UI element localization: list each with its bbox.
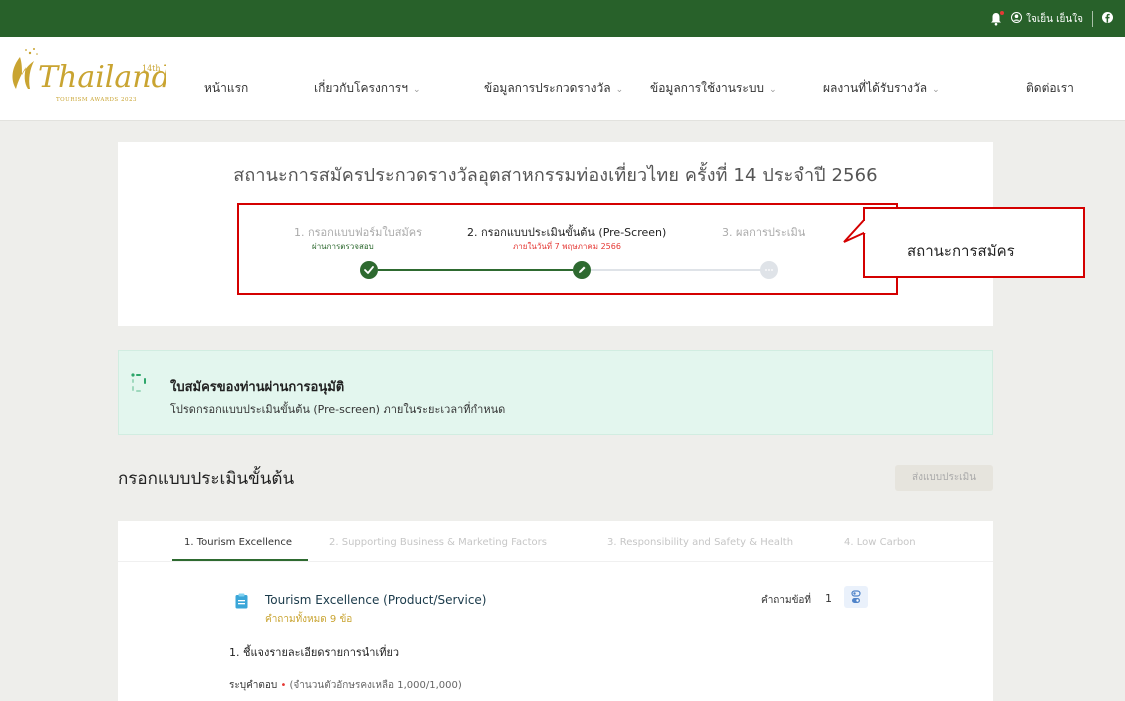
tab-low-carbon[interactable]: 4. Low Carbon: [844, 537, 916, 548]
nav-item-label: ผลงานที่ได้รับรางวัล: [823, 81, 928, 95]
nav-item-label: ข้อมูลการใช้งานระบบ: [650, 81, 765, 95]
tab-supporting-business[interactable]: 2. Supporting Business & Marketing Facto…: [329, 537, 547, 548]
approval-notice: ใบสมัครของท่านผ่านการอนุมัติ โปรดกรอกแบบ…: [118, 350, 993, 435]
nav-item-contact[interactable]: ติดต่อเรา: [1026, 79, 1074, 98]
main-navbar: Thailand 14th TOURISM AWARDS 2023 หน้าแร…: [0, 37, 1125, 121]
submit-assessment-button[interactable]: ส่งแบบประเมิน: [895, 465, 993, 491]
chevron-down-icon: ⌄: [615, 85, 624, 95]
chevron-down-icon: ⌄: [769, 85, 777, 95]
clipboard-icon: [235, 593, 248, 609]
user-name: ใจเย็น ​เย็นใจ: [1026, 13, 1083, 25]
nav-item-label: หน้าแรก: [204, 81, 249, 95]
annotation-callout: สถานะการสมัคร: [863, 207, 1085, 278]
top-bar: ใจเย็น ​เย็นใจ: [0, 0, 1125, 37]
facebook-icon[interactable]: [1102, 12, 1113, 26]
required-mark: •: [280, 680, 287, 691]
annotation-highlight-box: [237, 203, 898, 295]
nav-item-system-usage[interactable]: ข้อมูลการใช้งานระบบ ⌄: [650, 79, 777, 98]
nav-item-label: ติดต่อเรา: [1026, 81, 1074, 95]
nav-item-awarded-works[interactable]: ผลงานที่ได้รับรางวัล ⌄: [823, 79, 940, 98]
annotation-callout-text: สถานะการสมัคร: [907, 242, 1015, 260]
assessment-form-card: 1. Tourism Excellence 2. Supporting Busi…: [118, 521, 993, 701]
approval-status-icon: [131, 373, 146, 392]
callout-pointer-icon: [843, 219, 868, 243]
chevron-down-icon: ⌄: [932, 85, 940, 95]
tab-tourism-excellence[interactable]: 1. Tourism Excellence: [184, 537, 292, 548]
answer-label-text: ระบุคำตอบ: [229, 680, 278, 691]
nav-item-contest-info[interactable]: ข้อมูลการประกวดรางวัล ⌄: [484, 79, 623, 98]
nav-item-about[interactable]: เกี่ยวกับโครงการฯ ⌄: [314, 79, 421, 98]
char-count-hint: (จำนวนตัวอักษรคงเหลือ 1,000/1,000): [289, 680, 462, 691]
nav-item-label: ข้อมูลการประกวดรางวัล: [484, 81, 611, 95]
nav-item-label: เกี่ยวกับโครงการฯ: [314, 81, 408, 95]
nav-item-home[interactable]: หน้าแรก: [204, 79, 248, 98]
question-number: 1: [825, 592, 832, 605]
status-title: สถานะการสมัครประกวดรางวัลอุตสาหกรรมท่องเ…: [233, 165, 878, 186]
tab-responsibility-safety-health[interactable]: 3. Responsibility and Safety & Health: [607, 537, 793, 548]
bell-icon[interactable]: [990, 11, 1005, 26]
swap-icon: [851, 590, 861, 603]
question-number-label: คำถามข้อที่: [761, 595, 811, 606]
notice-title: ใบสมัครของท่านผ่านการอนุมัติ: [170, 380, 345, 395]
answer-label: ระบุคำตอบ • (จำนวนตัวอักษรคงเหลือ 1,000/…: [229, 678, 462, 693]
top-bar-user-area: ใจเย็น ​เย็นใจ: [990, 9, 1113, 29]
question-navigator-button[interactable]: [844, 586, 868, 608]
chevron-down-icon: ⌄: [412, 85, 421, 95]
section-title: กรอกแบบประเมินขั้นต้น: [118, 469, 295, 489]
question-text: 1. ชี้แจงรายละเอียดรายการนำเที่ยว: [229, 646, 400, 659]
tab-divider: [118, 561, 993, 562]
top-bar-divider: [1092, 11, 1093, 27]
question-group-title: Tourism Excellence (Product/Service): [265, 593, 487, 607]
user-menu[interactable]: ใจเย็น ​เย็นใจ: [1011, 12, 1083, 27]
user-icon: [1011, 12, 1023, 26]
question-count: คำถามทั้งหมด 9 ข้อ: [265, 614, 353, 625]
notice-description: โปรดกรอกแบบประเมินขั้นต้น (Pre-screen) ภ…: [170, 403, 506, 416]
